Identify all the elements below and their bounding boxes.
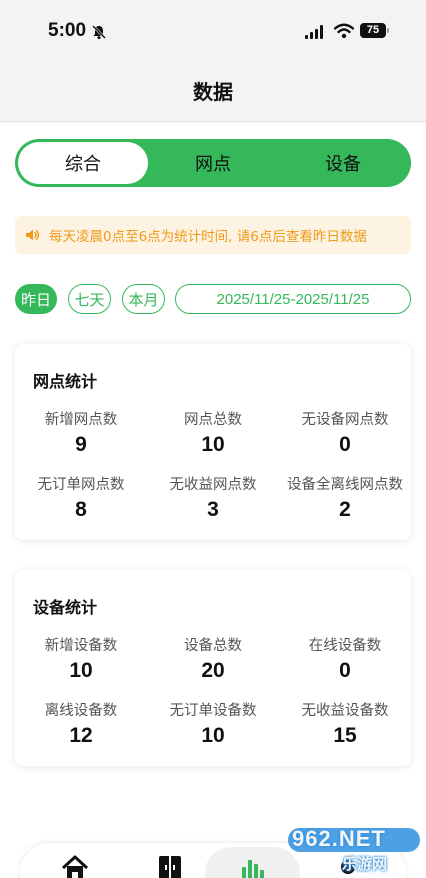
stat-label: 无设备网点数: [301, 412, 389, 428]
tab-devices[interactable]: 设备: [278, 142, 408, 184]
door-icon[interactable]: [155, 853, 185, 878]
tab-outlets[interactable]: 网点: [148, 142, 278, 184]
stat-label: 在线设备数: [308, 638, 382, 654]
bell-slash-icon: [92, 25, 106, 40]
tab-data-active[interactable]: [205, 847, 300, 878]
stat-devices-without-revenue: 无收益设备数 15: [279, 699, 411, 764]
stat-label: 无收益设备数: [301, 703, 389, 719]
bar-chart-icon: [242, 860, 264, 878]
battery-indicator: 75: [360, 23, 386, 38]
content-area: 综合 网点 设备 每天凌晨0点至6点为统计时间, 请6点后查看昨日数据 昨日 七…: [0, 123, 426, 878]
stat-label: 离线设备数: [44, 703, 118, 719]
range-this-month-chip[interactable]: 本月: [122, 284, 165, 314]
signal-icon: [305, 25, 323, 39]
stat-row: 离线设备数 12 无订单设备数 10 无收益设备数 15: [15, 699, 411, 764]
watermark-top: 962.NET: [292, 826, 386, 851]
segmented-tabs: 综合 网点 设备: [15, 139, 411, 187]
stat-offline-devices: 离线设备数 12: [15, 699, 147, 764]
stat-value: 3: [207, 498, 219, 521]
outlet-stats-title: 网点统计: [33, 372, 98, 391]
outlet-stats-grid: 新增网点数 9 网点总数 10 无设备网点数 0 无订单网点数 8 无收益网点数…: [15, 408, 411, 538]
notice-banner: 每天凌晨0点至6点为统计时间, 请6点后查看昨日数据: [15, 216, 411, 254]
page-title: 数据: [193, 80, 233, 104]
battery-tip: [387, 28, 389, 33]
wifi-icon: [334, 23, 354, 39]
stat-new-devices: 新增设备数 10: [15, 634, 147, 699]
stat-outlets-without-order: 无订单网点数 8: [15, 473, 147, 538]
stat-value: 2: [339, 498, 351, 521]
stat-outlets-without-device: 无设备网点数 0: [279, 408, 411, 473]
stat-row: 无订单网点数 8 无收益网点数 3 设备全离线网点数 2: [15, 473, 411, 538]
stat-value: 9: [75, 433, 87, 456]
watermark-logo: 962.NET 乐游网: [288, 826, 420, 874]
stat-value: 0: [339, 433, 351, 456]
stat-label: 设备总数: [184, 638, 242, 654]
stat-label: 网点总数: [184, 412, 242, 428]
stat-total-outlets: 网点总数 10: [147, 408, 279, 473]
stat-label: 设备全离线网点数: [287, 477, 403, 493]
status-bar: 5:00 75: [0, 0, 426, 62]
device-stats-grid: 新增设备数 10 设备总数 20 在线设备数 0 离线设备数 12 无订单设备数…: [15, 634, 411, 764]
stat-label: 无订单设备数: [169, 703, 257, 719]
stat-value: 12: [69, 724, 93, 747]
status-time: 5:00: [48, 20, 87, 41]
stat-total-devices: 设备总数 20: [147, 634, 279, 699]
stat-value: 15: [333, 724, 357, 747]
outlet-stats-card: 网点统计 新增网点数 9 网点总数 10 无设备网点数 0 无订单网点数 8 无…: [15, 344, 411, 540]
date-range-picker[interactable]: 2025/11/25-2025/11/25: [175, 284, 411, 314]
stat-value: 8: [75, 498, 87, 521]
stat-value: 10: [201, 724, 225, 747]
stat-online-devices: 在线设备数 0: [279, 634, 411, 699]
stat-devices-without-order: 无订单设备数 10: [147, 699, 279, 764]
speaker-icon: [26, 229, 40, 241]
home-icon[interactable]: [60, 853, 90, 878]
device-stats-card: 设备统计 新增设备数 10 设备总数 20 在线设备数 0 离线设备数 12 无…: [15, 570, 411, 766]
stat-row: 新增设备数 10 设备总数 20 在线设备数 0: [15, 634, 411, 699]
range-yesterday-chip[interactable]: 昨日: [15, 284, 57, 314]
stat-label: 无收益网点数: [169, 477, 257, 493]
date-range-selector: 昨日 七天 本月 2025/11/25-2025/11/25: [15, 284, 411, 316]
stat-label: 无订单网点数: [37, 477, 125, 493]
watermark-bottom: 乐游网: [342, 855, 388, 873]
range-seven-days-chip[interactable]: 七天: [68, 284, 111, 314]
stat-value: 10: [69, 659, 93, 682]
stat-row: 新增网点数 9 网点总数 10 无设备网点数 0: [15, 408, 411, 473]
stat-value: 20: [201, 659, 225, 682]
stat-label: 新增网点数: [44, 412, 118, 428]
stat-value: 10: [201, 433, 225, 456]
notice-text: 每天凌晨0点至6点为统计时间, 请6点后查看昨日数据: [49, 229, 367, 245]
device-stats-title: 设备统计: [33, 598, 98, 617]
stat-outlets-all-offline: 设备全离线网点数 2: [279, 473, 411, 538]
stat-value: 0: [339, 659, 351, 682]
stat-label: 新增设备数: [44, 638, 118, 654]
stat-outlets-without-revenue: 无收益网点数 3: [147, 473, 279, 538]
stat-new-outlets: 新增网点数 9: [15, 408, 147, 473]
nav-bar: 数据: [0, 62, 426, 122]
tab-overview[interactable]: 综合: [18, 142, 148, 184]
